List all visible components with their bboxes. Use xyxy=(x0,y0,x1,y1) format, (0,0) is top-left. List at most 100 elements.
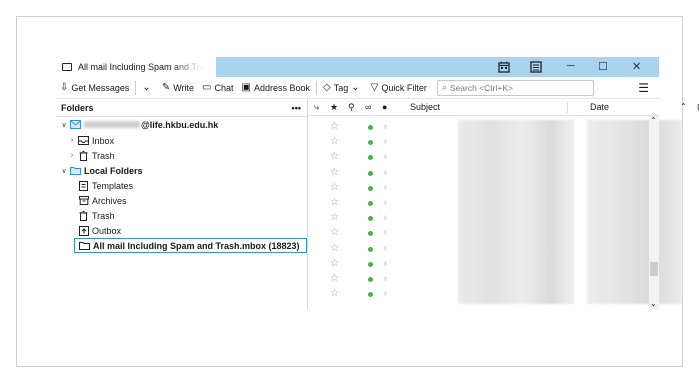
chat-label: Chat xyxy=(214,82,234,93)
unread-dot-icon[interactable] xyxy=(368,170,373,176)
star-icon[interactable]: ☆ xyxy=(330,243,339,254)
column-divider xyxy=(567,102,568,113)
message-list-header: ⤷ ★ ⚲ ∞ ● Subject Date ⌃ ⊞ xyxy=(308,99,699,116)
folder-archives[interactable]: Archives xyxy=(76,193,127,208)
address-book-button[interactable]: ▣ Address Book xyxy=(238,79,314,97)
attachment-column-icon[interactable]: ⚲ xyxy=(348,102,355,113)
junk-column-icon[interactable]: ● xyxy=(382,102,387,112)
junk-status-icon[interactable]: ♁ xyxy=(382,243,389,253)
mail-toolbar: ⇩ Get Messages ⌄ ✎ Write ▭ Chat ▣ Addres… xyxy=(56,77,659,99)
selected-folder-label: All mail Including Spam and Trash.mbox (… xyxy=(93,240,300,251)
date-column-header[interactable]: Date xyxy=(590,102,609,112)
unread-dot-icon[interactable] xyxy=(368,201,373,206)
scrollbar-thumb[interactable] xyxy=(650,262,658,276)
unread-dot-icon[interactable] xyxy=(368,155,373,161)
star-icon[interactable]: ☆ xyxy=(330,182,339,193)
unread-dot-icon[interactable] xyxy=(368,185,373,191)
chat-button[interactable]: ▭ Chat xyxy=(198,79,237,97)
junk-status-icon[interactable]: ♁ xyxy=(382,121,389,131)
maximize-button[interactable]: ☐ xyxy=(598,60,608,73)
junk-status-icon[interactable]: ♁ xyxy=(382,273,389,283)
junk-status-icon[interactable]: ♁ xyxy=(382,182,389,192)
search-input[interactable]: ⌕ Search <Ctrl+K> xyxy=(436,79,594,96)
star-icon[interactable]: ☆ xyxy=(330,151,339,162)
scroll-down-icon[interactable]: ⌄ xyxy=(650,299,657,308)
unread-dot-icon[interactable] xyxy=(368,292,373,298)
quick-filter-button[interactable]: ▽ Quick Filter xyxy=(367,79,431,97)
star-icon[interactable]: ☆ xyxy=(330,167,339,178)
star-icon[interactable]: ☆ xyxy=(330,136,339,147)
message-list-scrollbar[interactable]: ⌃ ⌄ xyxy=(649,116,659,310)
account-name: @life.hkbu.edu.hk xyxy=(141,119,219,130)
get-messages-label: Get Messages xyxy=(71,82,130,93)
get-messages-dropdown[interactable]: ⌄ xyxy=(138,79,157,97)
unread-dot-icon[interactable] xyxy=(368,261,373,267)
star-icon[interactable]: ☆ xyxy=(330,258,339,269)
thread-column-icon[interactable]: ⤷ xyxy=(314,102,319,113)
unread-dot-icon[interactable] xyxy=(368,277,373,282)
scroll-up-icon[interactable]: ⌃ xyxy=(650,116,657,125)
tab-title: All mail Including Spam and Trash xyxy=(78,62,203,72)
chevron-right-icon: › xyxy=(70,152,74,159)
junk-status-icon[interactable]: ♁ xyxy=(382,197,389,207)
folder-trash[interactable]: › Trash xyxy=(68,148,115,163)
star-column-icon[interactable]: ★ xyxy=(330,102,338,113)
folder-outbox[interactable]: Outbox xyxy=(76,223,121,238)
redacted-dates xyxy=(587,120,682,304)
unread-dot-icon[interactable] xyxy=(368,125,373,130)
get-messages-button[interactable]: ⇩ Get Messages xyxy=(56,79,133,97)
junk-status-icon[interactable]: ♁ xyxy=(382,288,389,298)
pencil-icon: ✎ xyxy=(161,82,171,93)
junk-status-icon[interactable]: ♁ xyxy=(382,212,389,222)
trash-icon xyxy=(78,150,89,161)
star-icon[interactable]: ☆ xyxy=(330,212,339,223)
unread-dot-icon[interactable] xyxy=(368,140,373,146)
chevron-down-icon: ∨ xyxy=(61,167,67,175)
unread-dot-icon[interactable] xyxy=(368,246,373,252)
folder-templates[interactable]: Templates xyxy=(76,178,133,193)
star-icon[interactable]: ☆ xyxy=(330,288,339,299)
inbox-icon xyxy=(78,136,89,146)
chat-icon: ▭ xyxy=(202,82,212,93)
unread-dot-icon[interactable] xyxy=(368,231,373,237)
folder-icon xyxy=(79,241,90,251)
outbox-label: Outbox xyxy=(92,225,122,236)
search-icon: ⌕ xyxy=(441,82,447,92)
archives-label: Archives xyxy=(92,195,127,206)
subject-column-header[interactable]: Subject xyxy=(410,102,440,112)
junk-status-icon[interactable]: ♁ xyxy=(382,227,389,237)
folder-all-mail-mbox[interactable]: All mail Including Spam and Trash.mbox (… xyxy=(74,238,307,253)
title-bar: All mail Including Spam and Trash ─ ☐ ✕ xyxy=(56,57,659,77)
address-book-label: Address Book xyxy=(253,82,310,93)
chevron-right-icon: › xyxy=(70,137,74,144)
tag-button[interactable]: ◇ Tag ⌄ xyxy=(319,79,367,97)
redacted-username xyxy=(84,121,140,128)
read-status-column-icon[interactable]: ∞ xyxy=(365,102,371,112)
junk-status-icon[interactable]: ♁ xyxy=(382,136,389,146)
star-icon[interactable]: ☆ xyxy=(330,197,339,208)
unread-dot-icon[interactable] xyxy=(368,216,373,222)
folder-local-trash[interactable]: Trash xyxy=(76,208,115,223)
folder-account[interactable]: ∨ @life.hkbu.edu.hk xyxy=(60,117,218,132)
tasks-icon[interactable] xyxy=(530,61,542,73)
calendar-icon[interactable] xyxy=(498,61,510,73)
toolbar-divider xyxy=(316,80,317,95)
folder-pane-menu-button[interactable]: ••• xyxy=(292,103,301,113)
chevron-down-icon: ∨ xyxy=(61,121,67,129)
junk-status-icon[interactable]: ♁ xyxy=(382,167,389,177)
star-icon[interactable]: ☆ xyxy=(330,227,339,238)
write-button[interactable]: ✎ Write xyxy=(158,79,198,97)
app-menu-icon[interactable]: ☰ xyxy=(638,81,649,95)
minimize-button[interactable]: ─ xyxy=(567,60,575,72)
star-icon[interactable]: ☆ xyxy=(330,121,339,132)
folder-local-folders[interactable]: ∨ Local Folders xyxy=(60,163,143,178)
star-icon[interactable]: ☆ xyxy=(330,273,339,284)
junk-status-icon[interactable]: ♁ xyxy=(382,151,389,161)
folder-inbox[interactable]: › Inbox xyxy=(68,133,114,148)
junk-status-icon[interactable]: ♁ xyxy=(382,258,389,268)
templates-icon xyxy=(78,180,89,191)
close-button[interactable]: ✕ xyxy=(632,60,641,73)
local-folders-label: Local Folders xyxy=(84,165,143,176)
thunderbird-window: All mail Including Spam and Trash ─ ☐ ✕ … xyxy=(56,57,699,310)
mail-tab[interactable]: All mail Including Spam and Trash xyxy=(56,57,216,77)
